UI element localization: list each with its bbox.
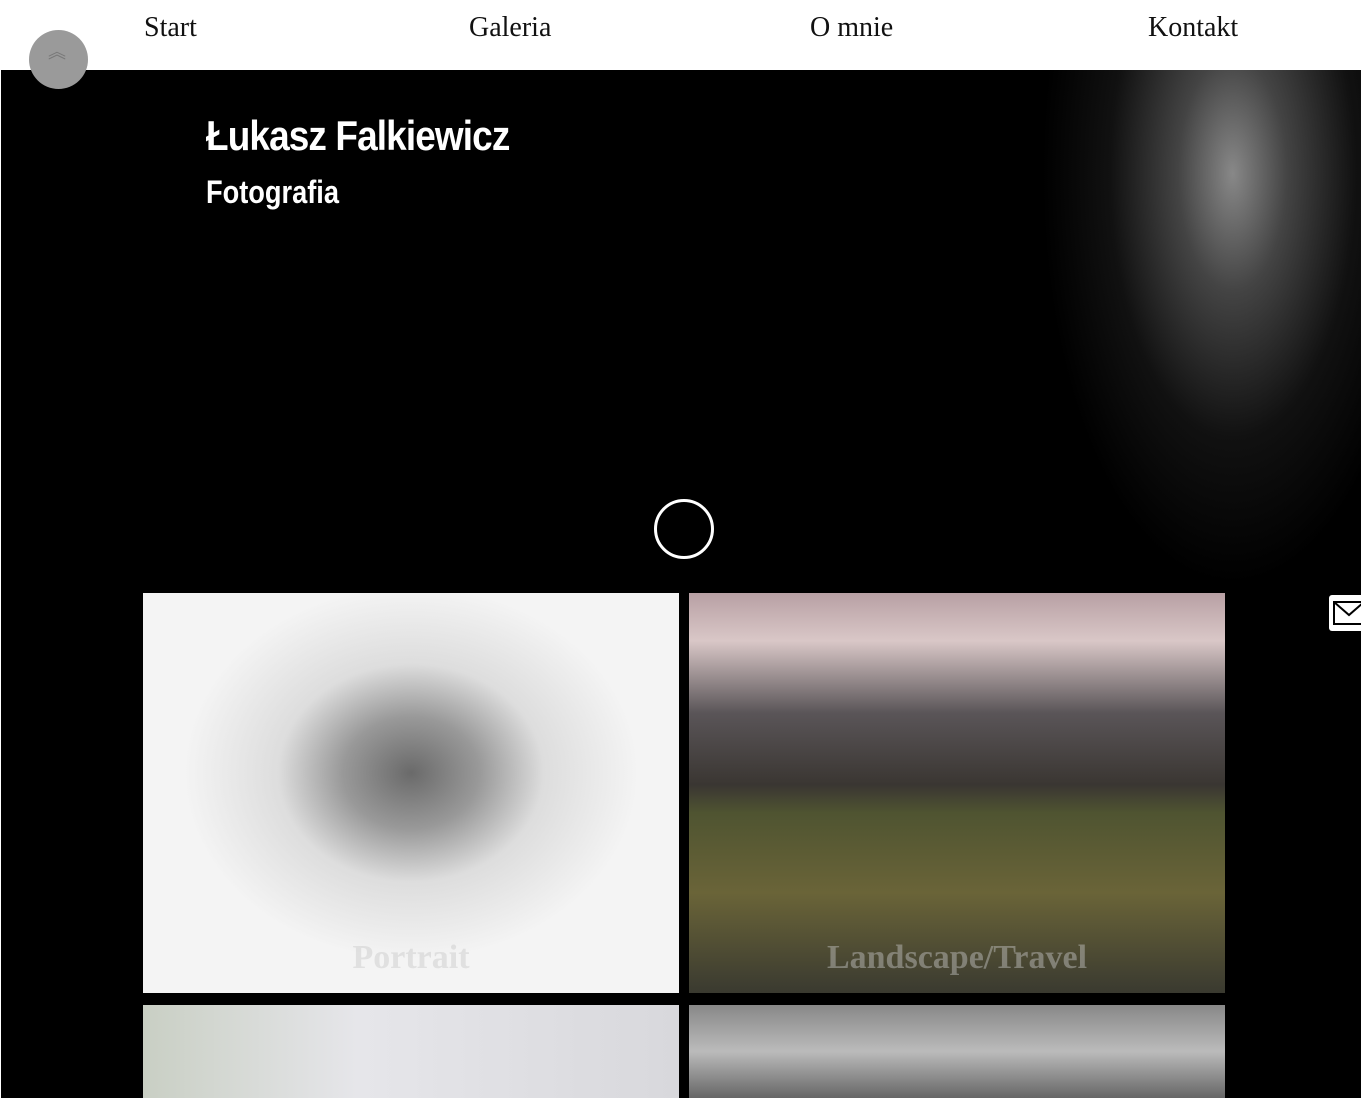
gallery-tile-label: Landscape/Travel bbox=[826, 939, 1088, 976]
site-title: Łukasz Falkiewicz bbox=[206, 112, 510, 159]
gallery-tile-nature[interactable] bbox=[143, 1005, 679, 1098]
gallery-tile-label: Portrait bbox=[352, 939, 470, 976]
hero-portrait-image bbox=[1040, 70, 1361, 588]
top-nav: Start Galeria O mnie Kontakt bbox=[0, 0, 1361, 70]
gallery-tile-architecture[interactable] bbox=[689, 1005, 1225, 1098]
loading-spinner-icon bbox=[654, 499, 714, 559]
nav-kontakt[interactable]: Kontakt bbox=[1148, 12, 1238, 44]
envelope-icon bbox=[1333, 601, 1361, 625]
nav-galeria[interactable]: Galeria bbox=[469, 12, 551, 44]
gallery-tile-landscape[interactable]: Landscape/Travel bbox=[689, 593, 1225, 993]
nav-start[interactable]: Start bbox=[144, 12, 197, 44]
site-subtitle: Fotografia bbox=[206, 174, 339, 210]
nav-o-mnie[interactable]: O mnie bbox=[810, 12, 893, 44]
gallery-tile-portrait[interactable]: Portrait bbox=[143, 593, 679, 993]
double-chevron-up-icon[interactable]: ︽ bbox=[48, 44, 66, 62]
contact-mail-button[interactable] bbox=[1329, 595, 1361, 631]
